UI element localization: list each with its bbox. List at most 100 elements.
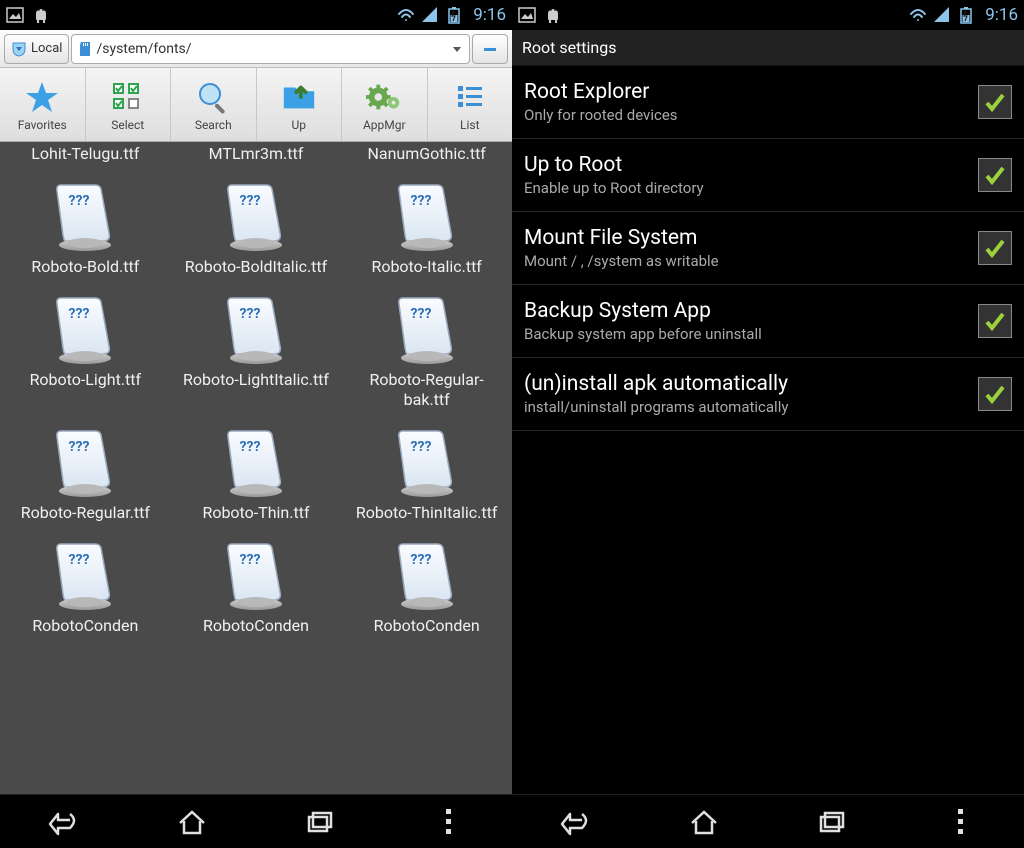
location-dropdown[interactable]: Local xyxy=(4,34,69,64)
status-bar: 9:16 xyxy=(0,0,512,30)
settings-list: Root Explorer Only for rooted devices Up t… xyxy=(512,66,1024,794)
toolbar-favorites[interactable]: Favorites xyxy=(0,68,86,141)
file-item[interactable]: Roboto-ThinItalic.ttf xyxy=(341,419,512,532)
file-name: Roboto-BoldItalic.ttf xyxy=(175,257,338,276)
file-name: RobotoConden xyxy=(175,616,338,635)
path-bar: Local /system/fonts/ xyxy=(0,30,512,68)
file-name: Roboto-Bold.ttf xyxy=(4,257,167,276)
file-item[interactable]: Roboto-Thin.ttf xyxy=(171,419,342,532)
nav-back[interactable] xyxy=(546,802,606,842)
path-field[interactable]: /system/fonts/ xyxy=(71,34,470,64)
file-icon xyxy=(50,183,120,253)
file-item[interactable]: Lohit-Telugu.ttf xyxy=(0,142,171,173)
file-icon xyxy=(392,183,462,253)
nav-recent[interactable] xyxy=(802,802,862,842)
nav-back[interactable] xyxy=(34,802,94,842)
sd-icon xyxy=(78,41,92,57)
file-icon xyxy=(392,296,462,366)
check-icon xyxy=(983,309,1007,333)
file-item[interactable]: Roboto-BoldItalic.ttf xyxy=(171,173,342,286)
shield-down-icon xyxy=(11,41,27,57)
file-name: NanumGothic.ttf xyxy=(345,144,508,163)
file-icon xyxy=(392,542,462,612)
toolbar-label: List xyxy=(460,118,480,132)
home-icon xyxy=(176,808,208,836)
checkbox[interactable] xyxy=(978,377,1012,411)
menu-icon xyxy=(958,809,963,834)
gear-icon xyxy=(365,79,403,115)
toolbar-label: Search xyxy=(195,118,232,132)
nav-menu[interactable] xyxy=(930,802,990,842)
setting-text: Up to RootEnable up to Root directory xyxy=(524,153,978,197)
checkbox[interactable] xyxy=(978,85,1012,119)
back-icon xyxy=(560,808,592,836)
setting-sub: Backup system app before uninstall xyxy=(524,325,978,343)
file-name: Roboto-Light.ttf xyxy=(4,370,167,389)
file-item[interactable]: Roboto-Regular.ttf xyxy=(0,419,171,532)
check-icon xyxy=(983,163,1007,187)
file-item[interactable]: RobotoConden xyxy=(171,532,342,645)
nav-recent[interactable] xyxy=(290,802,350,842)
checkbox[interactable] xyxy=(978,158,1012,192)
back-icon xyxy=(48,808,80,836)
file-item[interactable]: Roboto-Bold.ttf xyxy=(0,173,171,286)
phone-left: 9:16 Local /system/fonts/ Favorites xyxy=(0,0,512,848)
recent-icon xyxy=(305,809,335,835)
checkbox[interactable] xyxy=(978,231,1012,265)
file-name: Roboto-Regular-bak.ttf xyxy=(345,370,508,408)
setting-item[interactable]: Up to RootEnable up to Root directory xyxy=(512,139,1024,212)
file-item[interactable]: RobotoConden xyxy=(341,532,512,645)
file-icon xyxy=(221,542,291,612)
chevron-down-icon xyxy=(451,43,463,55)
setting-item[interactable]: Root Explorer Only for rooted devices xyxy=(512,66,1024,139)
file-item[interactable]: RobotoConden xyxy=(0,532,171,645)
nav-menu[interactable] xyxy=(418,802,478,842)
clock: 9:16 xyxy=(473,5,506,25)
setting-title: (un)install apk automatically xyxy=(524,372,978,396)
check-icon xyxy=(983,236,1007,260)
check-icon xyxy=(983,90,1007,114)
setting-item[interactable]: Backup System App Backup system app befor… xyxy=(512,285,1024,358)
file-name: Lohit-Telugu.ttf xyxy=(4,144,167,163)
setting-sub: Mount / , /system as writable xyxy=(524,252,978,270)
file-item[interactable]: Roboto-LightItalic.ttf xyxy=(171,286,342,418)
path-text: /system/fonts/ xyxy=(96,41,191,57)
list-icon xyxy=(455,82,485,112)
file-item[interactable]: Roboto-Regular-bak.ttf xyxy=(341,286,512,418)
toolbar-label: Favorites xyxy=(18,118,67,132)
file-name: RobotoConden xyxy=(345,616,508,635)
setting-item[interactable]: (un)install apk automatically install/uni… xyxy=(512,358,1024,431)
setting-sub: Only for rooted devices xyxy=(524,106,978,124)
setting-item[interactable]: Mount File System Mount / , /system as wr… xyxy=(512,212,1024,285)
toolbar-search[interactable]: Search xyxy=(171,68,257,141)
setting-title: Backup System App xyxy=(524,299,978,323)
file-item[interactable]: Roboto-Italic.ttf xyxy=(341,173,512,286)
file-name: MTLmr3m.ttf xyxy=(175,144,338,163)
file-name: Roboto-Italic.ttf xyxy=(345,257,508,276)
setting-sub: Enable up to Root directory xyxy=(524,179,978,197)
setting-text: Backup System App Backup system app befor… xyxy=(524,299,978,343)
nav-home[interactable] xyxy=(674,802,734,842)
file-icon xyxy=(392,429,462,499)
setting-text: Mount File System Mount / , /system as wr… xyxy=(524,226,978,270)
toolbar-label: Up xyxy=(291,118,306,132)
checkbox[interactable] xyxy=(978,304,1012,338)
home-icon xyxy=(688,808,720,836)
file-item[interactable]: Roboto-Light.ttf xyxy=(0,286,171,418)
nav-home[interactable] xyxy=(162,802,222,842)
file-grid[interactable]: Lohit-Telugu.ttf MTLmr3m.ttf NanumGothic.t… xyxy=(0,142,512,794)
toolbar-appmgr[interactable]: AppMgr xyxy=(342,68,428,141)
file-item[interactable]: MTLmr3m.ttf xyxy=(171,142,342,173)
setting-title: Mount File System xyxy=(524,226,978,250)
minimize-button[interactable] xyxy=(472,34,508,64)
toolbar-list[interactable]: List xyxy=(428,68,513,141)
setting-sub: install/uninstall programs automatically xyxy=(524,398,978,416)
file-item[interactable]: NanumGothic.ttf xyxy=(341,142,512,173)
toolbar-up[interactable]: Up xyxy=(257,68,343,141)
setting-title: Root Explorer xyxy=(524,80,978,104)
toolbar-label: Select xyxy=(111,118,144,132)
file-icon xyxy=(50,542,120,612)
setting-text: Root Explorer Only for rooted devices xyxy=(524,80,978,124)
toolbar-select[interactable]: Select xyxy=(86,68,172,141)
android-icon xyxy=(32,6,50,24)
